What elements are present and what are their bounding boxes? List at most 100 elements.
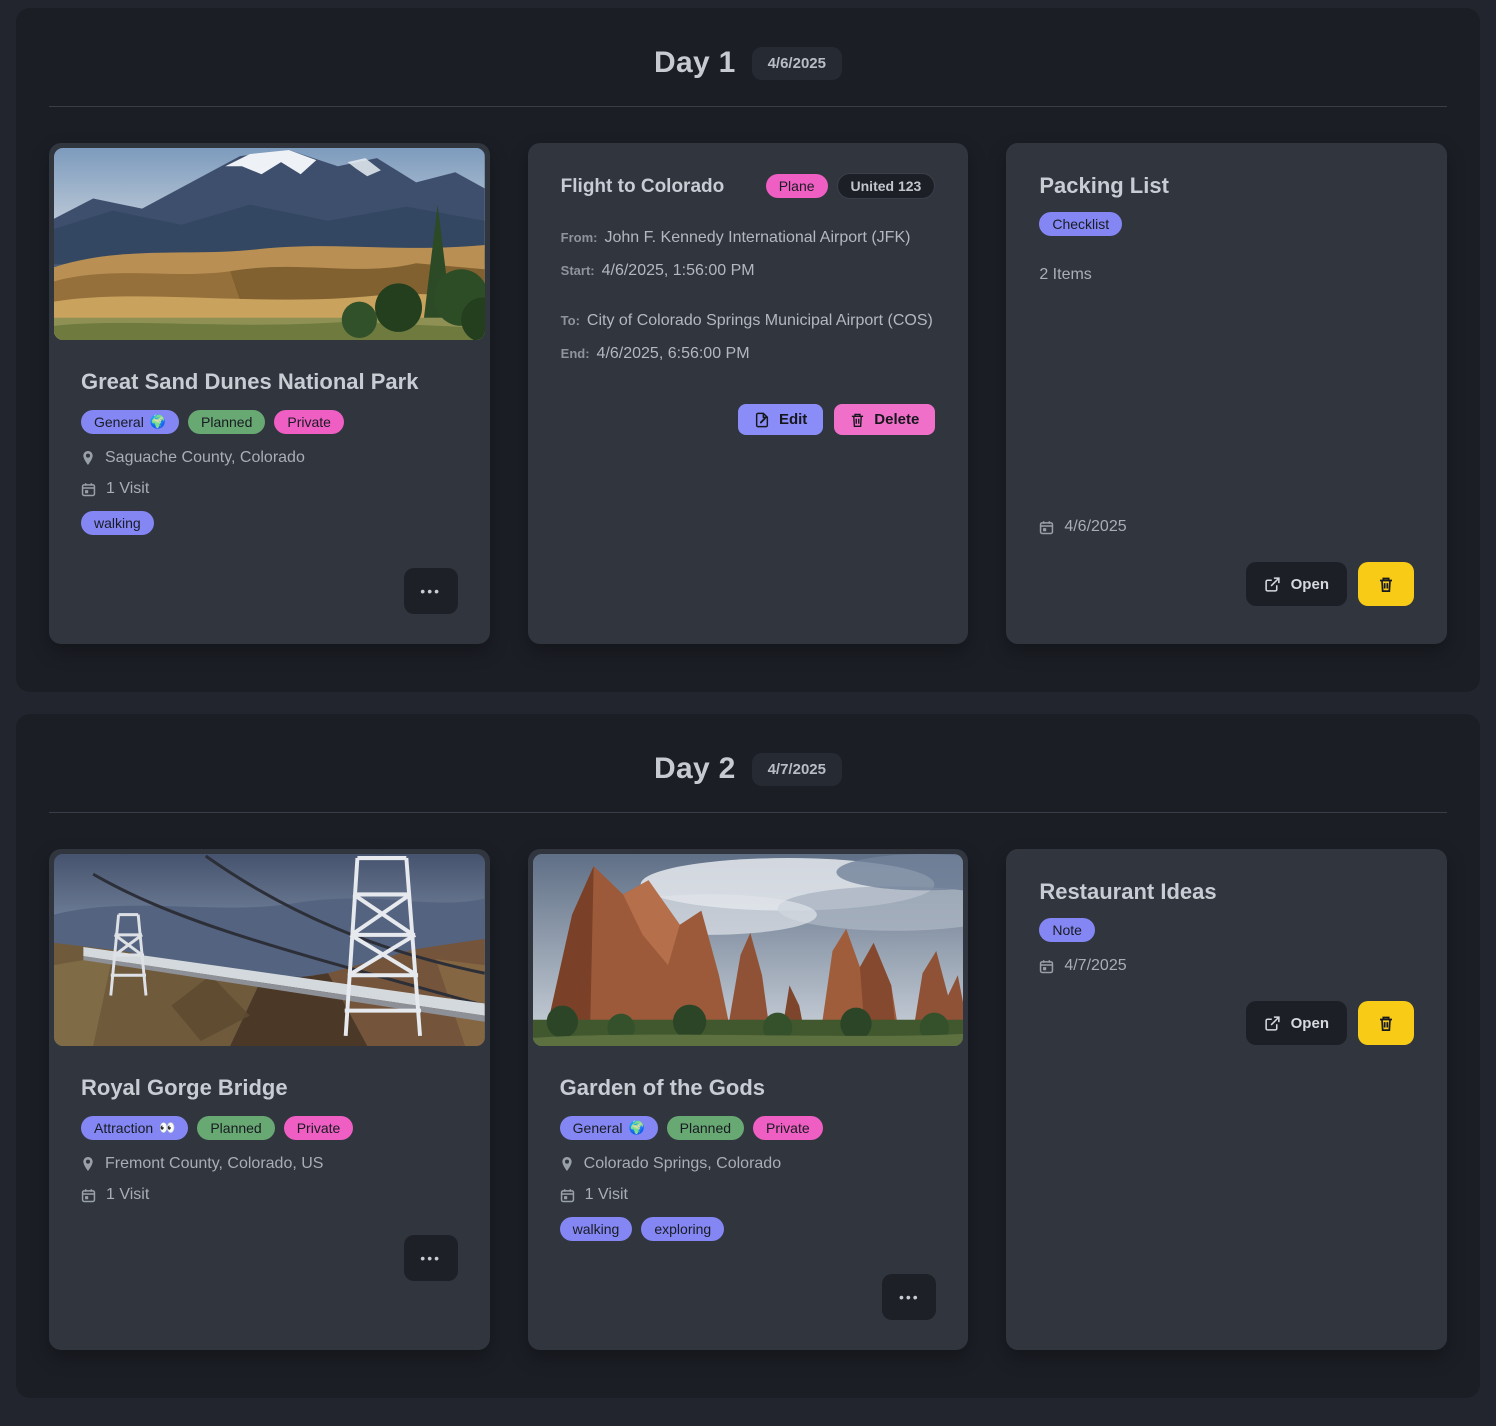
from-value: John F. Kennedy International Airport (J… bbox=[605, 229, 911, 247]
delete-checklist-button[interactable] bbox=[1358, 562, 1414, 606]
checklist-actions: Open bbox=[1039, 562, 1414, 606]
royal-gorge-illustration bbox=[54, 854, 485, 1046]
end-row: End: 4/6/2025, 6:56:00 PM bbox=[561, 345, 936, 363]
transport-mode-badge: Plane bbox=[766, 174, 828, 198]
location-row: Colorado Springs, Colorado bbox=[560, 1155, 937, 1173]
category-badge: Attraction 👀 bbox=[81, 1116, 188, 1140]
end-value: 4/6/2025, 6:56:00 PM bbox=[597, 345, 750, 363]
place-tag-row: Attraction 👀 Planned Private bbox=[81, 1116, 458, 1140]
place-title: Royal Gorge Bridge bbox=[81, 1075, 458, 1101]
checklist-type-badge: Checklist bbox=[1039, 212, 1122, 236]
day-title: Day 2 bbox=[654, 752, 736, 786]
to-value: City of Colorado Springs Municipal Airpo… bbox=[587, 312, 933, 330]
to-row: To: City of Colorado Springs Municipal A… bbox=[561, 312, 936, 330]
open-button[interactable]: Open bbox=[1246, 1001, 1347, 1045]
trash-icon bbox=[1378, 576, 1394, 593]
privacy-badge: Private bbox=[274, 410, 344, 434]
delete-note-button[interactable] bbox=[1358, 1001, 1414, 1045]
category-badge: General 🌍 bbox=[560, 1116, 658, 1140]
visits-text: 1 Visit bbox=[106, 480, 149, 498]
from-row: From: John F. Kennedy International Airp… bbox=[561, 229, 936, 247]
trash-icon bbox=[1378, 1015, 1394, 1032]
day-1-cards: Great Sand Dunes National Park General 🌍… bbox=[16, 107, 1480, 648]
card-menu-button[interactable]: ••• bbox=[404, 1235, 458, 1281]
edit-button[interactable]: Edit bbox=[738, 404, 823, 435]
checklist-card-packing-list: Packing List Checklist 2 Items 4/6/2025 … bbox=[1006, 143, 1447, 644]
day-2-cards: Royal Gorge Bridge Attraction 👀 Planned … bbox=[16, 813, 1480, 1354]
start-value: 4/6/2025, 1:56:00 PM bbox=[602, 262, 755, 280]
delete-button[interactable]: Delete bbox=[834, 404, 935, 435]
activity-tag: walking bbox=[81, 511, 154, 535]
flight-title: Flight to Colorado bbox=[561, 173, 725, 198]
category-label: General bbox=[573, 1120, 623, 1136]
location-pin-icon bbox=[81, 450, 95, 466]
activity-tag-row: walking bbox=[81, 511, 458, 535]
place-card-body: Garden of the Gods General 🌍 Planned Pri… bbox=[528, 1051, 969, 1350]
great-sand-dunes-photo bbox=[54, 148, 485, 340]
flight-row-gap bbox=[561, 295, 936, 312]
transportation-card-flight: Flight to Colorado Plane United 123 From… bbox=[528, 143, 969, 644]
garden-of-the-gods-photo bbox=[533, 854, 964, 1046]
flight-number-badge: United 123 bbox=[837, 173, 936, 199]
external-link-icon bbox=[1264, 576, 1281, 593]
activity-tag: exploring bbox=[641, 1217, 724, 1241]
location-pin-icon bbox=[560, 1156, 574, 1172]
checklist-date: 4/6/2025 bbox=[1064, 518, 1126, 536]
category-label: General bbox=[94, 414, 144, 430]
edit-button-label: Edit bbox=[779, 411, 807, 428]
note-actions: Open bbox=[1039, 1001, 1414, 1045]
visits-text: 1 Visit bbox=[585, 1186, 628, 1204]
flight-header: Flight to Colorado Plane United 123 bbox=[561, 173, 936, 199]
calendar-icon bbox=[560, 1188, 575, 1203]
category-label: Attraction bbox=[94, 1120, 153, 1136]
delete-button-label: Delete bbox=[874, 411, 919, 428]
globe-icon: 🌍 bbox=[150, 414, 166, 430]
day-2-header: Day 2 4/7/2025 bbox=[16, 714, 1480, 812]
checklist-date-row: 4/6/2025 bbox=[1039, 518, 1414, 536]
activity-tag-row: walking exploring bbox=[560, 1217, 937, 1241]
note-title: Restaurant Ideas bbox=[1039, 879, 1414, 905]
privacy-badge: Private bbox=[753, 1116, 823, 1140]
location-row: Saguache County, Colorado bbox=[81, 449, 458, 467]
location-text: Colorado Springs, Colorado bbox=[584, 1155, 781, 1173]
card-menu-button[interactable]: ••• bbox=[404, 568, 458, 614]
status-badge: Planned bbox=[188, 410, 265, 434]
note-card-restaurant-ideas: Restaurant Ideas Note 4/7/2025 Open bbox=[1006, 849, 1447, 1350]
place-card-great-sand-dunes: Great Sand Dunes National Park General 🌍… bbox=[49, 143, 490, 644]
calendar-icon bbox=[81, 1188, 96, 1203]
place-title: Great Sand Dunes National Park bbox=[81, 369, 458, 395]
external-link-icon bbox=[1264, 1015, 1281, 1032]
calendar-icon bbox=[1039, 959, 1054, 974]
start-row: Start: 4/6/2025, 1:56:00 PM bbox=[561, 262, 936, 280]
location-pin-icon bbox=[81, 1156, 95, 1172]
status-badge: Planned bbox=[197, 1116, 274, 1140]
open-button-label: Open bbox=[1291, 576, 1329, 593]
visits-text: 1 Visit bbox=[106, 1186, 149, 1204]
note-type-badge: Note bbox=[1039, 918, 1095, 942]
to-label: To: bbox=[561, 313, 580, 328]
from-label: From: bbox=[561, 230, 598, 245]
calendar-icon bbox=[81, 482, 96, 497]
day-date-badge: 4/6/2025 bbox=[752, 47, 842, 80]
calendar-icon bbox=[1039, 520, 1054, 535]
card-menu-button[interactable]: ••• bbox=[882, 1274, 936, 1320]
day-2-section: Day 2 4/7/2025 bbox=[16, 714, 1480, 1398]
flight-badges: Plane United 123 bbox=[766, 173, 936, 199]
status-badge: Planned bbox=[667, 1116, 744, 1140]
location-row: Fremont County, Colorado, US bbox=[81, 1155, 458, 1173]
location-text: Fremont County, Colorado, US bbox=[105, 1155, 323, 1173]
note-date-row: 4/7/2025 bbox=[1039, 957, 1414, 975]
checklist-badge-row: Checklist bbox=[1039, 212, 1414, 236]
visits-row: 1 Visit bbox=[81, 480, 458, 498]
visits-row: 1 Visit bbox=[560, 1186, 937, 1204]
category-badge: General 🌍 bbox=[81, 410, 179, 434]
open-button[interactable]: Open bbox=[1246, 562, 1347, 606]
day-1-section: Day 1 4/6/2025 bbox=[16, 8, 1480, 692]
checklist-items-count: 2 Items bbox=[1039, 266, 1414, 284]
location-text: Saguache County, Colorado bbox=[105, 449, 305, 467]
place-tag-row: General 🌍 Planned Private bbox=[560, 1116, 937, 1140]
flight-actions: Edit Delete bbox=[561, 404, 936, 435]
open-button-label: Open bbox=[1291, 1015, 1329, 1032]
place-tag-row: General 🌍 Planned Private bbox=[81, 410, 458, 434]
eyes-icon: 👀 bbox=[159, 1120, 175, 1136]
